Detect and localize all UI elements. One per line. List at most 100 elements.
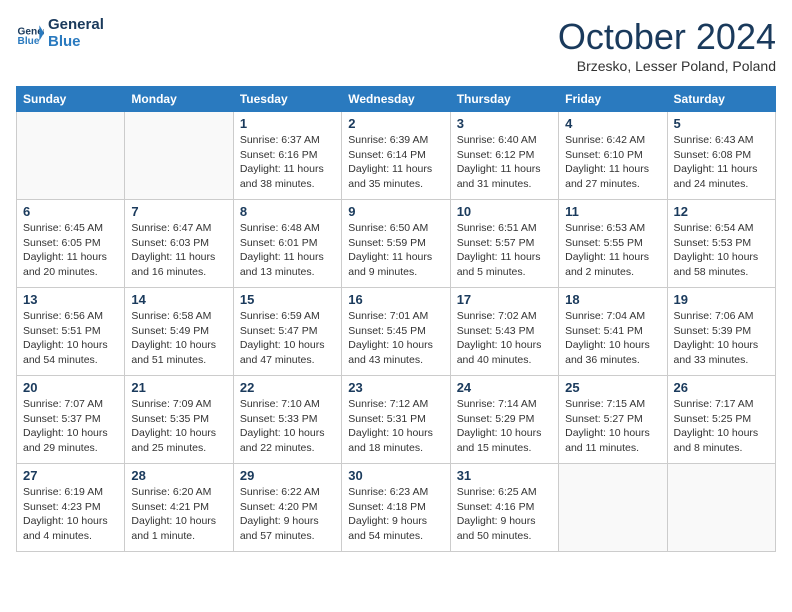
day-number: 16 <box>348 292 443 307</box>
logo-general: General <box>48 16 104 33</box>
calendar-week-3: 13 Sunrise: 6:56 AM Sunset: 5:51 PM Dayli… <box>17 288 776 376</box>
calendar-cell <box>667 464 775 552</box>
calendar-cell: 16 Sunrise: 7:01 AM Sunset: 5:45 PM Dayli… <box>342 288 450 376</box>
calendar-cell: 25Sunrise: 7:15 AM Sunset: 5:27 PM Dayli… <box>559 376 667 464</box>
day-number: 29 <box>240 468 335 483</box>
calendar-cell: 30Sunrise: 6:23 AM Sunset: 4:18 PM Dayli… <box>342 464 450 552</box>
day-of-week-sunday: Sunday <box>17 87 125 112</box>
day-number: 11 <box>565 204 660 219</box>
day-info: Sunrise: 7:06 AM Sunset: 5:39 PM Dayligh… <box>674 309 769 368</box>
day-info: Sunrise: 6:48 AM Sunset: 6:01 PM Dayligh… <box>240 221 335 280</box>
calendar-cell: 8 Sunrise: 6:48 AM Sunset: 6:01 PM Daylig… <box>233 200 341 288</box>
calendar-cell: 17 Sunrise: 7:02 AM Sunset: 5:43 PM Dayli… <box>450 288 558 376</box>
day-number: 24 <box>457 380 552 395</box>
day-number: 27 <box>23 468 118 483</box>
day-number: 31 <box>457 468 552 483</box>
day-of-week-wednesday: Wednesday <box>342 87 450 112</box>
calendar-cell: 20Sunrise: 7:07 AM Sunset: 5:37 PM Dayli… <box>17 376 125 464</box>
calendar-cell: 11 Sunrise: 6:53 AM Sunset: 5:55 PM Dayli… <box>559 200 667 288</box>
day-number: 15 <box>240 292 335 307</box>
day-info: Sunrise: 6:25 AM Sunset: 4:16 PM Dayligh… <box>457 485 552 544</box>
day-of-week-saturday: Saturday <box>667 87 775 112</box>
calendar-cell: 9Sunrise: 6:50 AM Sunset: 5:59 PM Daylig… <box>342 200 450 288</box>
day-info: Sunrise: 6:51 AM Sunset: 5:57 PM Dayligh… <box>457 221 552 280</box>
logo-blue: Blue <box>48 33 104 50</box>
day-number: 2 <box>348 116 443 131</box>
day-number: 28 <box>131 468 226 483</box>
day-number: 9 <box>348 204 443 219</box>
day-of-week-friday: Friday <box>559 87 667 112</box>
calendar-cell: 26Sunrise: 7:17 AM Sunset: 5:25 PM Dayli… <box>667 376 775 464</box>
calendar-cell: 21 Sunrise: 7:09 AM Sunset: 5:35 PM Dayli… <box>125 376 233 464</box>
day-number: 13 <box>23 292 118 307</box>
day-info: Sunrise: 6:58 AM Sunset: 5:49 PM Dayligh… <box>131 309 226 368</box>
day-info: Sunrise: 7:02 AM Sunset: 5:43 PM Dayligh… <box>457 309 552 368</box>
title-block: October 2024 Brzesko, Lesser Poland, Pol… <box>558 16 776 74</box>
day-info: Sunrise: 6:45 AM Sunset: 6:05 PM Dayligh… <box>23 221 118 280</box>
calendar-cell: 10 Sunrise: 6:51 AM Sunset: 5:57 PM Dayli… <box>450 200 558 288</box>
day-info: Sunrise: 6:40 AM Sunset: 6:12 PM Dayligh… <box>457 133 552 192</box>
calendar-cell <box>559 464 667 552</box>
logo: General Blue General Blue <box>16 16 104 50</box>
calendar-cell: 29 Sunrise: 6:22 AM Sunset: 4:20 PM Dayli… <box>233 464 341 552</box>
calendar-cell: 2 Sunrise: 6:39 AM Sunset: 6:14 PM Daylig… <box>342 112 450 200</box>
day-info: Sunrise: 6:22 AM Sunset: 4:20 PM Dayligh… <box>240 485 335 544</box>
day-number: 5 <box>674 116 769 131</box>
calendar-week-1: 1Sunrise: 6:37 AM Sunset: 6:16 PM Daylig… <box>17 112 776 200</box>
calendar-table: SundayMondayTuesdayWednesdayThursdayFrid… <box>16 86 776 552</box>
calendar-cell <box>17 112 125 200</box>
day-of-week-monday: Monday <box>125 87 233 112</box>
calendar-cell: 12 Sunrise: 6:54 AM Sunset: 5:53 PM Dayli… <box>667 200 775 288</box>
calendar-cell: 18Sunrise: 7:04 AM Sunset: 5:41 PM Dayli… <box>559 288 667 376</box>
day-info: Sunrise: 7:09 AM Sunset: 5:35 PM Dayligh… <box>131 397 226 456</box>
day-info: Sunrise: 6:43 AM Sunset: 6:08 PM Dayligh… <box>674 133 769 192</box>
day-number: 3 <box>457 116 552 131</box>
day-number: 1 <box>240 116 335 131</box>
location-subtitle: Brzesko, Lesser Poland, Poland <box>558 58 776 74</box>
day-number: 25 <box>565 380 660 395</box>
day-number: 4 <box>565 116 660 131</box>
day-number: 7 <box>131 204 226 219</box>
calendar-cell: 3 Sunrise: 6:40 AM Sunset: 6:12 PM Daylig… <box>450 112 558 200</box>
day-number: 30 <box>348 468 443 483</box>
day-number: 22 <box>240 380 335 395</box>
calendar-cell: 15Sunrise: 6:59 AM Sunset: 5:47 PM Dayli… <box>233 288 341 376</box>
day-number: 19 <box>674 292 769 307</box>
month-title: October 2024 <box>558 16 776 58</box>
calendar-cell: 23Sunrise: 7:12 AM Sunset: 5:31 PM Dayli… <box>342 376 450 464</box>
day-number: 23 <box>348 380 443 395</box>
svg-text:Blue: Blue <box>18 36 40 47</box>
calendar-week-2: 6Sunrise: 6:45 AM Sunset: 6:05 PM Daylig… <box>17 200 776 288</box>
day-number: 10 <box>457 204 552 219</box>
day-number: 21 <box>131 380 226 395</box>
day-number: 17 <box>457 292 552 307</box>
calendar-cell: 27 Sunrise: 6:19 AM Sunset: 4:23 PM Dayli… <box>17 464 125 552</box>
day-number: 18 <box>565 292 660 307</box>
day-number: 8 <box>240 204 335 219</box>
day-info: Sunrise: 7:01 AM Sunset: 5:45 PM Dayligh… <box>348 309 443 368</box>
calendar-week-4: 20Sunrise: 7:07 AM Sunset: 5:37 PM Dayli… <box>17 376 776 464</box>
calendar-cell: 14Sunrise: 6:58 AM Sunset: 5:49 PM Dayli… <box>125 288 233 376</box>
calendar-cell: 24Sunrise: 7:14 AM Sunset: 5:29 PM Dayli… <box>450 376 558 464</box>
calendar-header-row: SundayMondayTuesdayWednesdayThursdayFrid… <box>17 87 776 112</box>
calendar-cell <box>125 112 233 200</box>
calendar-cell: 4 Sunrise: 6:42 AM Sunset: 6:10 PM Daylig… <box>559 112 667 200</box>
day-info: Sunrise: 6:39 AM Sunset: 6:14 PM Dayligh… <box>348 133 443 192</box>
day-number: 12 <box>674 204 769 219</box>
calendar-cell: 6Sunrise: 6:45 AM Sunset: 6:05 PM Daylig… <box>17 200 125 288</box>
day-info: Sunrise: 6:56 AM Sunset: 5:51 PM Dayligh… <box>23 309 118 368</box>
calendar-week-5: 27 Sunrise: 6:19 AM Sunset: 4:23 PM Dayli… <box>17 464 776 552</box>
day-info: Sunrise: 6:54 AM Sunset: 5:53 PM Dayligh… <box>674 221 769 280</box>
day-info: Sunrise: 6:42 AM Sunset: 6:10 PM Dayligh… <box>565 133 660 192</box>
calendar-cell: 13 Sunrise: 6:56 AM Sunset: 5:51 PM Dayli… <box>17 288 125 376</box>
calendar-cell: 19 Sunrise: 7:06 AM Sunset: 5:39 PM Dayli… <box>667 288 775 376</box>
logo-icon: General Blue <box>16 19 44 47</box>
page-header: General Blue General Blue October 2024 B… <box>16 16 776 74</box>
day-of-week-tuesday: Tuesday <box>233 87 341 112</box>
day-info: Sunrise: 6:47 AM Sunset: 6:03 PM Dayligh… <box>131 221 226 280</box>
day-info: Sunrise: 6:53 AM Sunset: 5:55 PM Dayligh… <box>565 221 660 280</box>
calendar-cell: 28Sunrise: 6:20 AM Sunset: 4:21 PM Dayli… <box>125 464 233 552</box>
day-info: Sunrise: 6:19 AM Sunset: 4:23 PM Dayligh… <box>23 485 118 544</box>
day-info: Sunrise: 7:07 AM Sunset: 5:37 PM Dayligh… <box>23 397 118 456</box>
calendar-cell: 1Sunrise: 6:37 AM Sunset: 6:16 PM Daylig… <box>233 112 341 200</box>
